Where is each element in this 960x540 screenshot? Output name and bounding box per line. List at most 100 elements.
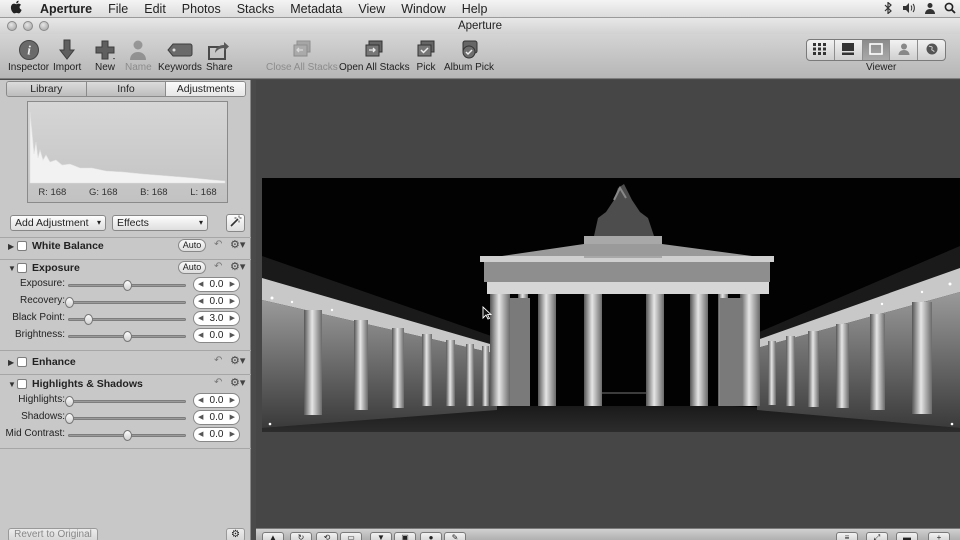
- recovery-slider[interactable]: [65, 297, 186, 308]
- reset-arrow-icon[interactable]: ↶: [214, 355, 222, 366]
- slider-knob[interactable]: [123, 430, 132, 441]
- white-balance-auto-button[interactable]: Auto: [178, 239, 206, 252]
- bluetooth-icon[interactable]: [882, 0, 894, 17]
- enhance-checkbox[interactable]: [17, 357, 27, 367]
- disclosure-triangle-collapsed-icon[interactable]: ▶: [8, 358, 17, 367]
- photo-brandenburg-gate[interactable]: [262, 178, 960, 432]
- apple-menu-icon[interactable]: [0, 0, 32, 17]
- recovery-value-field[interactable]: ◀ 0.0 ▶: [193, 294, 240, 309]
- selection-tool-icon[interactable]: ▲: [262, 532, 284, 540]
- disclosure-triangle-expanded-icon[interactable]: ▼: [8, 264, 17, 273]
- slider-knob[interactable]: [65, 297, 74, 308]
- metadata-overlay-icon[interactable]: ≡: [836, 532, 858, 540]
- menu-file[interactable]: File: [100, 2, 136, 16]
- brightness-value-field[interactable]: ◀ 0.0 ▶: [193, 328, 240, 343]
- tab-adjustments[interactable]: Adjustments: [166, 82, 245, 96]
- black-point-value-field[interactable]: ◀ 3.0 ▶: [193, 311, 240, 326]
- share-button[interactable]: Share: [206, 38, 233, 73]
- faces-button[interactable]: [890, 40, 919, 60]
- pick-button[interactable]: Pick: [415, 38, 437, 73]
- gear-icon[interactable]: ⚙▾: [230, 354, 245, 367]
- quick-brush-button[interactable]: [226, 214, 245, 232]
- crop-tool-icon[interactable]: ▭: [340, 532, 362, 540]
- tab-info[interactable]: Info: [86, 82, 167, 96]
- shadows-slider[interactable]: [65, 413, 186, 424]
- gear-icon[interactable]: ⚙▾: [230, 238, 245, 251]
- new-album-icon[interactable]: +: [928, 532, 950, 540]
- slider-knob[interactable]: [83, 314, 93, 325]
- effects-dropdown[interactable]: Effects ▾: [112, 215, 208, 231]
- tag-icon: [167, 38, 193, 62]
- gear-icon[interactable]: ⚙▾: [230, 376, 245, 389]
- straighten-tool-icon[interactable]: ⟲: [316, 532, 338, 540]
- full-screen-icon[interactable]: ⤢: [866, 532, 888, 540]
- menu-edit[interactable]: Edit: [136, 2, 174, 16]
- reset-arrow-icon[interactable]: ↶: [214, 239, 222, 250]
- white-balance-checkbox[interactable]: [17, 241, 27, 251]
- slider-knob[interactable]: [65, 413, 74, 424]
- mid-contrast-slider[interactable]: [68, 430, 186, 441]
- user-icon[interactable]: [924, 2, 936, 17]
- menu-stacks[interactable]: Stacks: [229, 2, 283, 16]
- menu-aperture[interactable]: Aperture: [32, 2, 100, 16]
- brush-tool-icon[interactable]: ✎: [444, 532, 466, 540]
- volume-icon[interactable]: [902, 2, 916, 17]
- browser-mode-button[interactable]: [807, 40, 835, 60]
- new-button[interactable]: New: [94, 38, 116, 73]
- exposure-checkbox[interactable]: [17, 263, 27, 273]
- histogram-g-value: G: 168: [88, 187, 118, 198]
- minimize-window-button[interactable]: [23, 21, 33, 31]
- highlights-slider[interactable]: [65, 396, 186, 407]
- menu-window[interactable]: Window: [393, 2, 453, 16]
- name-button[interactable]: Name: [125, 38, 152, 73]
- spotlight-search-icon[interactable]: [944, 2, 956, 17]
- highlights-value-field[interactable]: ◀ 0.0 ▶: [193, 393, 240, 408]
- black-point-slider-row: Black Point: ◀ 3.0 ▶: [0, 311, 251, 327]
- add-adjustment-dropdown[interactable]: Add Adjustment ▾: [10, 215, 106, 231]
- exposure-slider[interactable]: [68, 280, 186, 291]
- black-point-slider[interactable]: [68, 314, 186, 325]
- slider-knob[interactable]: [123, 331, 132, 342]
- rotate-tool-icon[interactable]: ↻: [290, 532, 312, 540]
- menu-photos[interactable]: Photos: [174, 2, 229, 16]
- mid-contrast-value-field[interactable]: ◀ 0.0 ▶: [193, 427, 240, 442]
- mid-contrast-slider-label: Mid Contrast:: [5, 428, 65, 439]
- reset-arrow-icon[interactable]: ↶: [214, 261, 222, 272]
- filmstrip-icon[interactable]: ▬: [896, 532, 918, 540]
- split-view-button[interactable]: [835, 40, 863, 60]
- close-window-button[interactable]: [7, 21, 17, 31]
- menu-help[interactable]: Help: [454, 2, 496, 16]
- close-all-stacks-button[interactable]: Close All Stacks: [266, 38, 338, 73]
- tab-library[interactable]: Library: [7, 82, 87, 96]
- menu-view[interactable]: View: [350, 2, 393, 16]
- highlights-shadows-checkbox[interactable]: [17, 379, 27, 389]
- viewer-mode-button[interactable]: [862, 40, 891, 60]
- album-pick-button[interactable]: Album Pick: [444, 38, 494, 73]
- menu-metadata[interactable]: Metadata: [282, 2, 350, 16]
- revert-to-original-button[interactable]: Revert to Original: [8, 528, 98, 540]
- lift-tool-icon[interactable]: ▼: [370, 532, 392, 540]
- redeye-tool-icon[interactable]: ●: [420, 532, 442, 540]
- slider-knob[interactable]: [65, 396, 74, 407]
- shadows-value-field[interactable]: ◀ 0.0 ▶: [193, 410, 240, 425]
- open-all-stacks-button[interactable]: Open All Stacks: [339, 38, 410, 73]
- import-button[interactable]: Import: [53, 38, 81, 73]
- inspector-button[interactable]: i Inspector: [8, 38, 49, 73]
- zoom-window-button[interactable]: [39, 21, 49, 31]
- exposure-value-field[interactable]: ◀ 0.0 ▶: [193, 277, 240, 292]
- reset-arrow-icon[interactable]: ↶: [214, 377, 222, 388]
- gear-icon[interactable]: ⚙▾: [230, 260, 245, 273]
- stamp-tool-icon[interactable]: ▣: [394, 532, 416, 540]
- places-button[interactable]: [918, 40, 945, 60]
- slider-knob[interactable]: [123, 280, 132, 291]
- adjustments-action-button[interactable]: ⚙: [226, 528, 245, 540]
- viewer-area[interactable]: [256, 80, 960, 528]
- brightness-slider[interactable]: [68, 331, 186, 342]
- disclosure-triangle-collapsed-icon[interactable]: ▶: [8, 242, 17, 251]
- keywords-button[interactable]: Keywords: [158, 38, 202, 73]
- inspector-label: Inspector: [8, 62, 50, 73]
- white-balance-brick: ▶ White Balance Auto ↶ ⚙▾: [8, 238, 245, 254]
- disclosure-triangle-expanded-icon[interactable]: ▼: [8, 380, 17, 389]
- exposure-auto-button[interactable]: Auto: [178, 261, 206, 274]
- split-view-icon: [841, 42, 855, 58]
